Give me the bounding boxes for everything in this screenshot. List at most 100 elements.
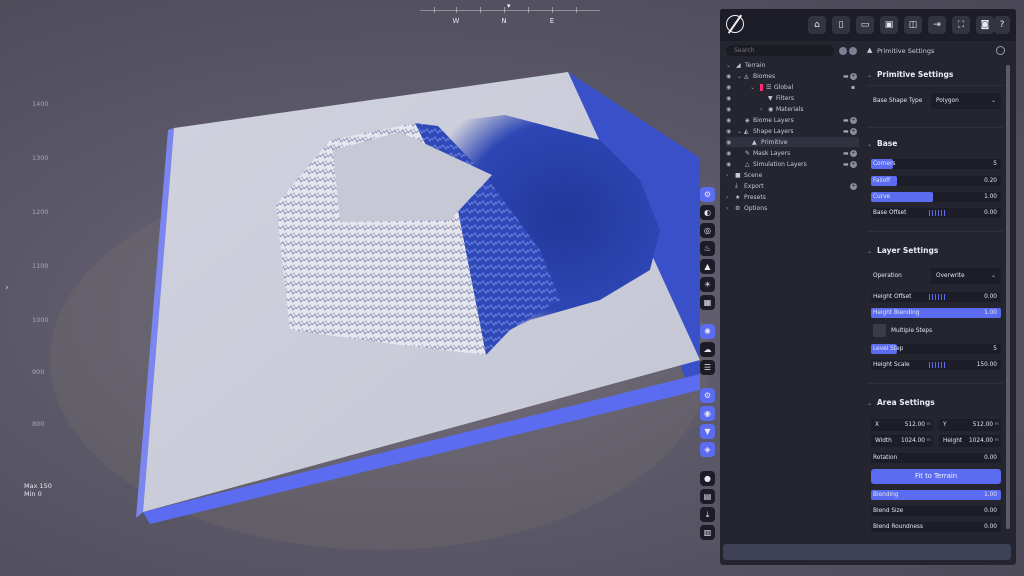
chevron-down-icon[interactable]: ⌄ (867, 72, 872, 79)
base-shape-type-select[interactable]: Polygon ⌄ (931, 93, 1001, 109)
add-icon[interactable]: + (850, 127, 857, 135)
corners-slider[interactable]: Corners 5 (871, 159, 1001, 169)
fire-icon[interactable]: ♨ (700, 241, 715, 256)
folder-icon[interactable]: ▬ (843, 73, 849, 80)
eye-icon[interactable]: ◉ (726, 161, 734, 168)
settings-plus-icon[interactable]: ⚙ (700, 388, 715, 403)
eye-icon[interactable]: ◉ (726, 139, 734, 146)
record-icon[interactable]: ● (700, 471, 715, 486)
tree-item-filters[interactable]: ◉ ▼ Filters (726, 93, 859, 103)
blend-size-slider[interactable]: Blend Size 0.00 (871, 506, 1001, 516)
folder-icon[interactable]: ▬ (843, 161, 849, 168)
filter-icon[interactable]: ▼ (700, 424, 715, 439)
tree-item-options[interactable]: › ⚙ Options (726, 203, 859, 213)
tree-item-simulation-layers[interactable]: ◉ △ Simulation Layers ▬ + (726, 159, 859, 169)
tree-item-primitive[interactable]: ◉ ▲ Primitive (726, 137, 859, 147)
tree-item-biome-layers[interactable]: ◉ ◈ Biome Layers ▬ + (726, 115, 859, 125)
target-icon[interactable]: ◎ (700, 223, 715, 238)
tree-item-presets[interactable]: › ★ Presets (726, 192, 859, 202)
layers-icon[interactable]: ◈ (700, 442, 715, 457)
chevron-down-icon[interactable]: ⌄ (867, 400, 872, 407)
chevron-down-icon[interactable]: ⌄ (867, 141, 872, 148)
sparkle-icon[interactable]: ✺ (700, 324, 715, 339)
eye-icon[interactable]: ◉ (726, 84, 734, 91)
scrollbar-thumb[interactable] (1006, 65, 1010, 529)
add-icon[interactable]: + (850, 160, 857, 168)
cloud-icon[interactable]: ☁ (700, 342, 715, 357)
add-icon[interactable]: + (850, 182, 857, 190)
lines-icon[interactable]: ☰ (700, 360, 715, 375)
height-field[interactable]: Height 1024.00 m (939, 435, 1001, 447)
base-offset-slider[interactable]: Base Offset 0.00 (871, 208, 1001, 218)
tree-item-scene[interactable]: › ■ Scene (726, 170, 859, 180)
console-bar[interactable] (723, 544, 1011, 560)
curve-slider[interactable]: Curve 1.00 (871, 192, 1001, 202)
collapse-all-icon[interactable] (849, 47, 857, 55)
chevron-right-icon[interactable]: › (726, 205, 728, 212)
tree-item-global[interactable]: ◉ ⌄ ☰ Global ▪ (726, 82, 859, 92)
eye-icon[interactable]: ◉ (726, 150, 734, 157)
fullscreen-icon[interactable]: ⛶ (952, 16, 970, 34)
eye-icon[interactable]: ◉ (726, 128, 734, 135)
circle-half-icon[interactable]: ◐ (700, 205, 715, 220)
section-title-base[interactable]: Base (877, 139, 897, 148)
grid-icon[interactable]: ▦ (700, 295, 715, 310)
folder-icon[interactable]: ▬ (843, 128, 849, 135)
triangle-icon[interactable]: ▲ (700, 259, 715, 274)
eye-icon[interactable]: ◉ (726, 106, 734, 113)
width-field[interactable]: Width 1024.00 m (871, 435, 933, 447)
3d-viewport[interactable]: ▾ W N E 1400 1300 1200 1100 1000 900 800… (0, 0, 720, 576)
folder-icon[interactable]: ▬ (843, 150, 849, 157)
y-field[interactable]: Y 512.00 m (939, 419, 1001, 431)
help-icon[interactable]: ? (994, 16, 1010, 34)
eye-icon[interactable]: ◉ (700, 406, 715, 421)
camera-icon[interactable]: ◙ (976, 16, 994, 34)
eye-icon[interactable]: ◉ (726, 73, 734, 80)
save-icon[interactable]: ▣ (880, 16, 898, 34)
tree-search-input[interactable] (726, 45, 834, 56)
tree-item-terrain[interactable]: ⌄ ◢ Terrain (726, 60, 859, 70)
falloff-slider[interactable]: Falloff 0.20 (871, 176, 1001, 186)
operation-select[interactable]: Overwrite ⌄ (931, 268, 1001, 284)
tree-item-materials[interactable]: ◉ › ◉ Materials (726, 104, 859, 114)
chevron-down-icon[interactable]: ⌄ (737, 128, 742, 135)
chevron-right-icon[interactable]: › (5, 283, 9, 293)
new-file-icon[interactable]: ▯ (832, 16, 850, 34)
chevron-down-icon[interactable]: ⌄ (737, 73, 742, 80)
chevron-down-icon[interactable]: ⌄ (726, 62, 731, 69)
tree-item-shape-layers[interactable]: ◉ ⌄ ◭ Shape Layers ▬ + (726, 126, 859, 136)
add-icon[interactable]: + (850, 72, 857, 80)
chevron-right-icon[interactable]: › (726, 194, 728, 201)
export-icon[interactable]: ⇥ (928, 16, 946, 34)
height-blending-slider[interactable]: Height Blending 1.00 (871, 308, 1001, 318)
chevron-down-icon[interactable]: ⌄ (750, 84, 755, 91)
height-scale-slider[interactable]: Height Scale 150.00 (871, 360, 1001, 370)
sunrise-icon[interactable]: ☀ (700, 277, 715, 292)
eye-icon[interactable]: ◉ (726, 95, 734, 102)
add-icon[interactable]: + (850, 149, 857, 157)
settings-scrollbar[interactable] (1006, 65, 1010, 529)
blend-roundness-slider[interactable]: Blend Roundness 0.00 (871, 522, 1001, 532)
folder-icon[interactable]: ▬ (843, 117, 849, 124)
save-as-icon[interactable]: ◫ (904, 16, 922, 34)
section-title-primitive[interactable]: Primitive Settings (877, 70, 953, 79)
level-step-slider[interactable]: Level Step 5 (871, 344, 1001, 354)
paint-icon[interactable]: ▪ (851, 84, 855, 91)
gear-icon[interactable]: ⚙ (700, 187, 715, 202)
tree-item-export[interactable]: ⤓ Export + (726, 181, 859, 191)
close-icon[interactable] (996, 46, 1005, 55)
chart-icon[interactable]: ▥ (700, 525, 715, 540)
clear-search-icon[interactable] (839, 47, 847, 55)
blending-slider[interactable]: Blending 1.00 (871, 490, 1001, 500)
download-icon[interactable]: ⤓ (700, 507, 715, 522)
tree-item-biomes[interactable]: ◉ ⌄ ◬ Biomes ▬ + (726, 71, 859, 81)
add-icon[interactable]: + (850, 116, 857, 124)
tree-item-mask-layers[interactable]: ◉ ✎ Mask Layers ▬ + (726, 148, 859, 158)
fit-to-terrain-button[interactable]: Fit to Terrain (871, 469, 1001, 484)
home-icon[interactable]: ⌂ (808, 16, 826, 34)
eye-icon[interactable]: ◉ (726, 117, 734, 124)
chevron-right-icon[interactable]: › (760, 106, 762, 113)
section-title-layer[interactable]: Layer Settings (877, 246, 938, 255)
chevron-down-icon[interactable]: ⌄ (867, 248, 872, 255)
section-title-area[interactable]: Area Settings (877, 398, 935, 407)
